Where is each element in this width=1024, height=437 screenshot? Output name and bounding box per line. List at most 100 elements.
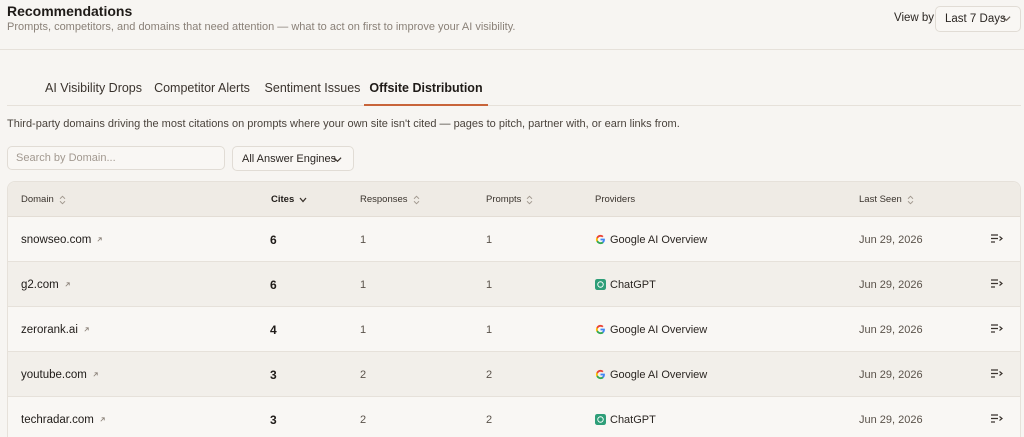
column-label: Prompts	[486, 194, 522, 205]
prompts-value: 1	[486, 278, 493, 291]
chatgpt-icon	[595, 279, 606, 290]
responses-value: 1	[360, 323, 367, 336]
provider-name: Google AI Overview	[610, 323, 708, 336]
tab-competitor-alerts[interactable]: Competitor Alerts	[146, 70, 258, 105]
table-row[interactable]: zerorank.ai 4 1 1 Google AI Overview Jun 29, …	[8, 307, 1020, 352]
domain-name: techradar.com	[21, 413, 94, 426]
sort-icon	[527, 195, 533, 204]
domain-link[interactable]: snowseo.com	[21, 217, 103, 262]
view-by-label: View by	[894, 12, 935, 24]
domain-link[interactable]: g2.com	[21, 262, 71, 307]
chatgpt-icon	[595, 414, 606, 425]
column-header-cites[interactable]: Cites	[271, 182, 307, 217]
cites-value: 3	[270, 367, 277, 382]
provider-cell: Google AI Overview	[595, 307, 707, 352]
section-description: Third-party domains driving the most cit…	[7, 118, 680, 130]
provider-name: Google AI Overview	[610, 368, 708, 381]
responses-value: 1	[360, 278, 367, 291]
domain-name: g2.com	[21, 278, 59, 291]
tab-sentiment-issues[interactable]: Sentiment Issues	[259, 70, 366, 105]
cites-value: 6	[270, 277, 277, 292]
external-link-icon	[93, 372, 98, 377]
sort-icon	[59, 195, 66, 204]
row-details-button[interactable]	[988, 320, 1004, 336]
provider-name: ChatGPT	[610, 278, 656, 291]
page-title: Recommendations	[7, 3, 133, 19]
google-icon	[595, 369, 605, 380]
table-row[interactable]: techradar.com 3 2 2 ChatGPT Jun 29, 2026	[8, 397, 1020, 437]
external-link-icon	[65, 282, 70, 287]
cites-value: 4	[270, 322, 277, 337]
provider-cell: Google AI Overview	[595, 352, 707, 397]
cites-value: 3	[270, 412, 277, 427]
prompts-value: 2	[486, 413, 493, 426]
table-row[interactable]: g2.com 6 1 1 ChatGPT Jun 29, 2026	[8, 262, 1020, 307]
provider-cell: ChatGPT	[595, 262, 656, 307]
last-seen-value: Jun 29, 2026	[859, 368, 923, 381]
sort-desc-icon	[299, 197, 307, 202]
row-details-button[interactable]	[988, 230, 1004, 246]
tab-offsite-distribution[interactable]: Offsite Distribution	[364, 70, 488, 106]
list-details-icon	[990, 413, 1003, 423]
view-by-value: Last 7 Days	[945, 13, 1006, 25]
page-subtitle: Prompts, competitors, and domains that n…	[7, 21, 516, 33]
provider-cell: ChatGPT	[595, 397, 656, 437]
google-icon	[595, 324, 605, 335]
prompts-value: 1	[486, 233, 493, 246]
domains-table: Domain Cites Responses Prompts Providers…	[7, 181, 1021, 437]
last-seen-value: Jun 29, 2026	[859, 413, 923, 426]
table-header: Domain Cites Responses Prompts Providers…	[8, 182, 1020, 217]
column-header-domain[interactable]: Domain	[21, 182, 66, 217]
domain-link[interactable]: techradar.com	[21, 397, 106, 437]
tab-bar: AI Visibility Drops Competitor Alerts Se…	[7, 70, 1021, 106]
domain-search-input[interactable]	[7, 146, 225, 170]
domain-name: zerorank.ai	[21, 323, 78, 336]
provider-cell: Google AI Overview	[595, 217, 707, 262]
domain-link[interactable]: zerorank.ai	[21, 307, 90, 352]
list-details-icon	[990, 278, 1003, 288]
external-link-icon	[84, 327, 89, 332]
provider-name: Google AI Overview	[610, 233, 708, 246]
row-details-button[interactable]	[988, 365, 1004, 381]
external-link-icon	[100, 417, 105, 422]
last-seen-value: Jun 29, 2026	[859, 323, 923, 336]
chevron-down-icon	[333, 157, 342, 163]
sort-icon	[907, 195, 914, 204]
external-link-icon	[97, 237, 102, 242]
table-row[interactable]: youtube.com 3 2 2 Google AI Overview Jun 29, …	[8, 352, 1020, 397]
last-seen-value: Jun 29, 2026	[859, 233, 923, 246]
list-details-icon	[990, 368, 1003, 378]
column-header-responses[interactable]: Responses	[360, 182, 420, 217]
domain-link[interactable]: youtube.com	[21, 352, 99, 397]
answer-engine-select[interactable]: All Answer Engines	[232, 146, 354, 171]
list-details-icon	[990, 233, 1003, 243]
table-row[interactable]: snowseo.com 6 1 1 Google AI Overview Jun 29, …	[8, 217, 1020, 262]
column-label: Providers	[595, 194, 636, 205]
responses-value: 2	[360, 413, 367, 426]
prompts-value: 2	[486, 368, 493, 381]
sort-icon	[413, 195, 419, 204]
column-label: Domain	[21, 194, 54, 205]
column-label: Responses	[360, 194, 408, 205]
answer-engine-value: All Answer Engines	[242, 152, 337, 165]
column-label: Last Seen	[859, 194, 902, 205]
domain-name: youtube.com	[21, 368, 87, 381]
provider-name: ChatGPT	[610, 413, 656, 426]
column-header-last-seen[interactable]: Last Seen	[859, 182, 914, 217]
cites-value: 6	[270, 232, 277, 247]
domain-name: snowseo.com	[21, 233, 92, 246]
tab-ai-visibility-drops[interactable]: AI Visibility Drops	[31, 70, 156, 105]
list-details-icon	[990, 323, 1003, 333]
prompts-value: 1	[486, 323, 493, 336]
chevron-down-icon	[1002, 16, 1011, 22]
column-header-providers: Providers	[595, 182, 635, 217]
last-seen-value: Jun 29, 2026	[859, 278, 923, 291]
column-label: Cites	[271, 194, 295, 205]
responses-value: 1	[360, 233, 367, 246]
row-details-button[interactable]	[988, 410, 1004, 426]
column-header-prompts[interactable]: Prompts	[486, 182, 533, 217]
google-icon	[595, 234, 605, 245]
row-details-button[interactable]	[988, 275, 1004, 291]
view-by-select[interactable]: Last 7 Days	[935, 6, 1021, 32]
responses-value: 2	[360, 368, 367, 381]
